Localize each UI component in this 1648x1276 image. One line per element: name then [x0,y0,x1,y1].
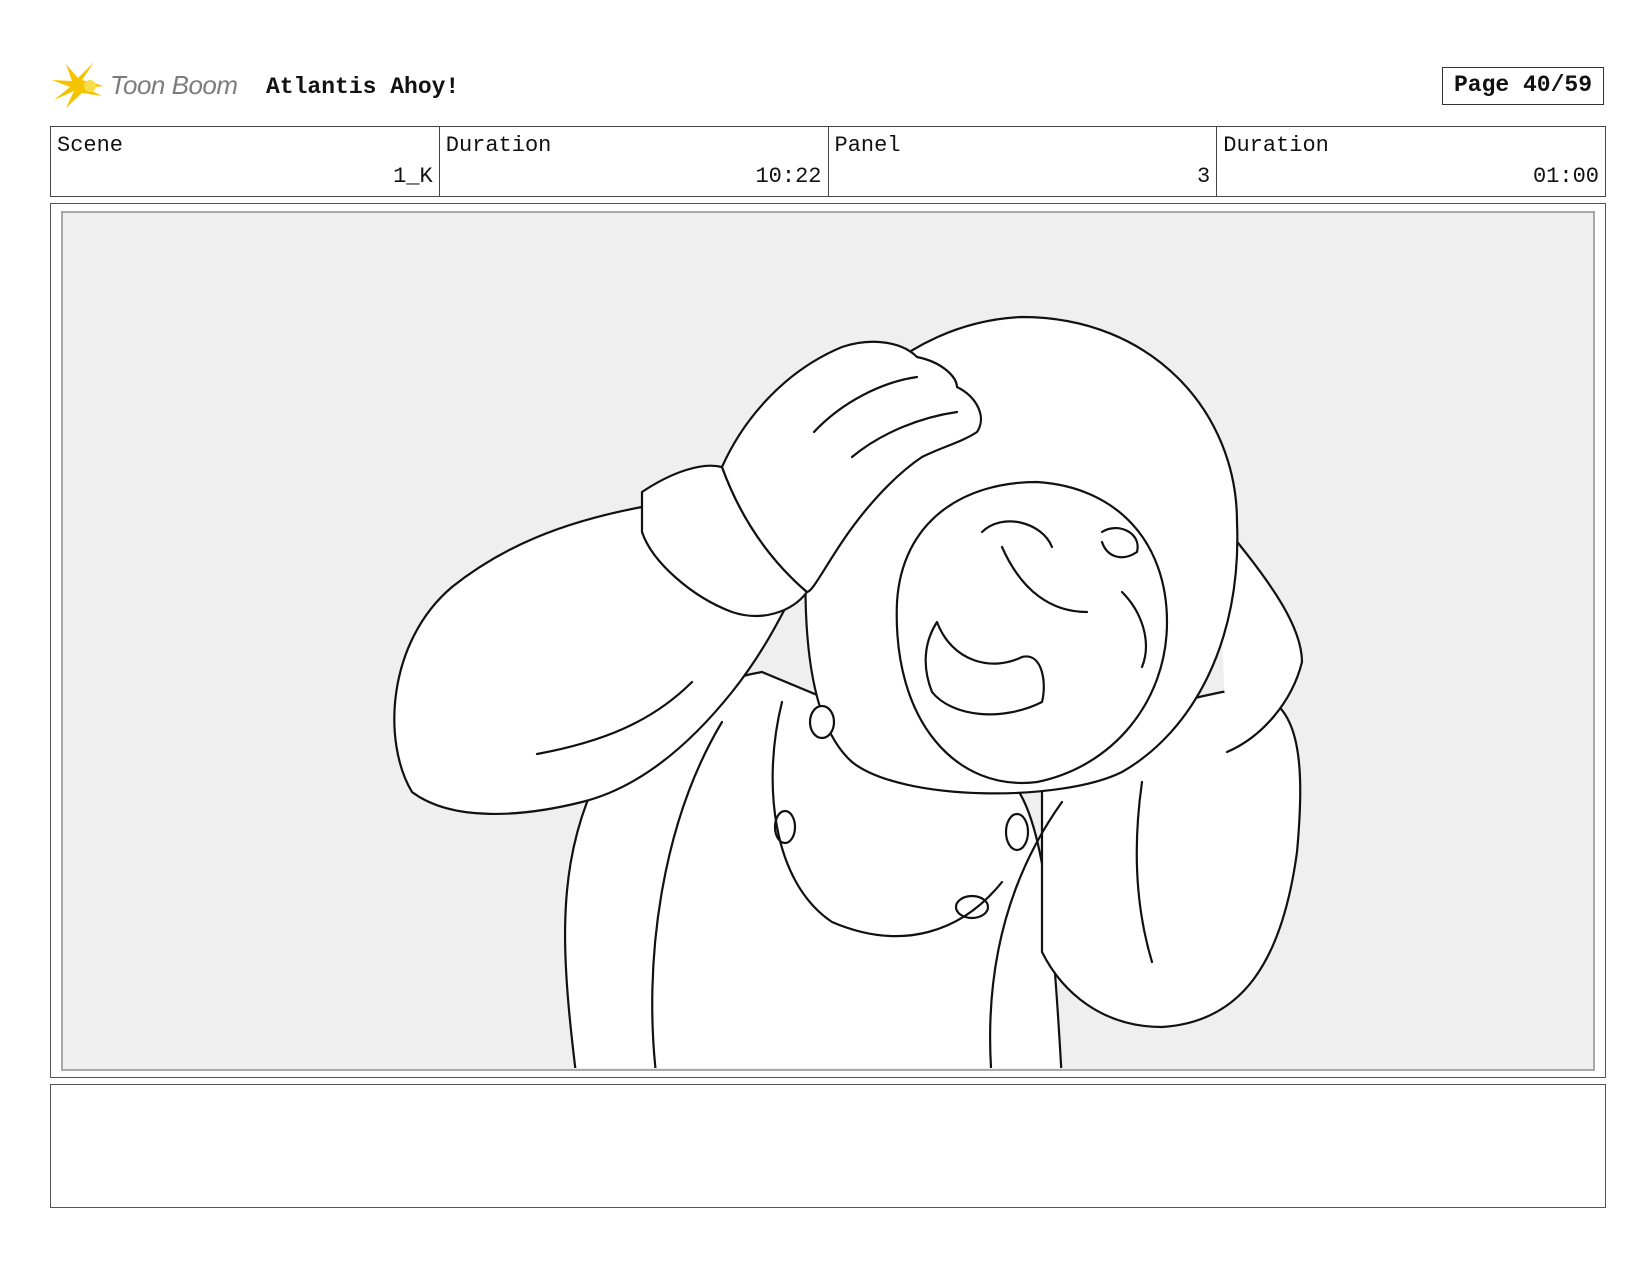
scene-duration-label: Duration [445,133,552,158]
page-number: Page 40/59 [1442,67,1604,105]
scene-duration-cell: Duration 10:22 [438,127,828,196]
panel-duration-cell: Duration 01:00 [1216,127,1605,196]
panel-duration-value: 01:00 [1532,164,1599,189]
project-title: Atlantis Ahoy! [266,74,460,100]
notes-box [50,1084,1606,1208]
scene-cell: Scene 1_K [51,127,439,196]
character-sketch [393,315,1304,1068]
scene-value: 1_K [393,164,433,189]
panel-value: 3 [1197,164,1211,189]
toon-boom-logo: Toon Boom [52,58,252,114]
starburst-icon [52,62,104,108]
panel-image [61,211,1595,1071]
scene-duration-value: 10:22 [755,164,822,189]
panel-duration-label: Duration [1223,133,1329,158]
scene-info-table: Scene 1_K Duration 10:22 Panel 3 Duratio… [50,126,1606,197]
scene-label: Scene [57,133,124,158]
panel-label: Panel [834,133,901,158]
logo-wordmark: Toon Boom [110,70,238,100]
panel-cell: Panel 3 [827,127,1217,196]
